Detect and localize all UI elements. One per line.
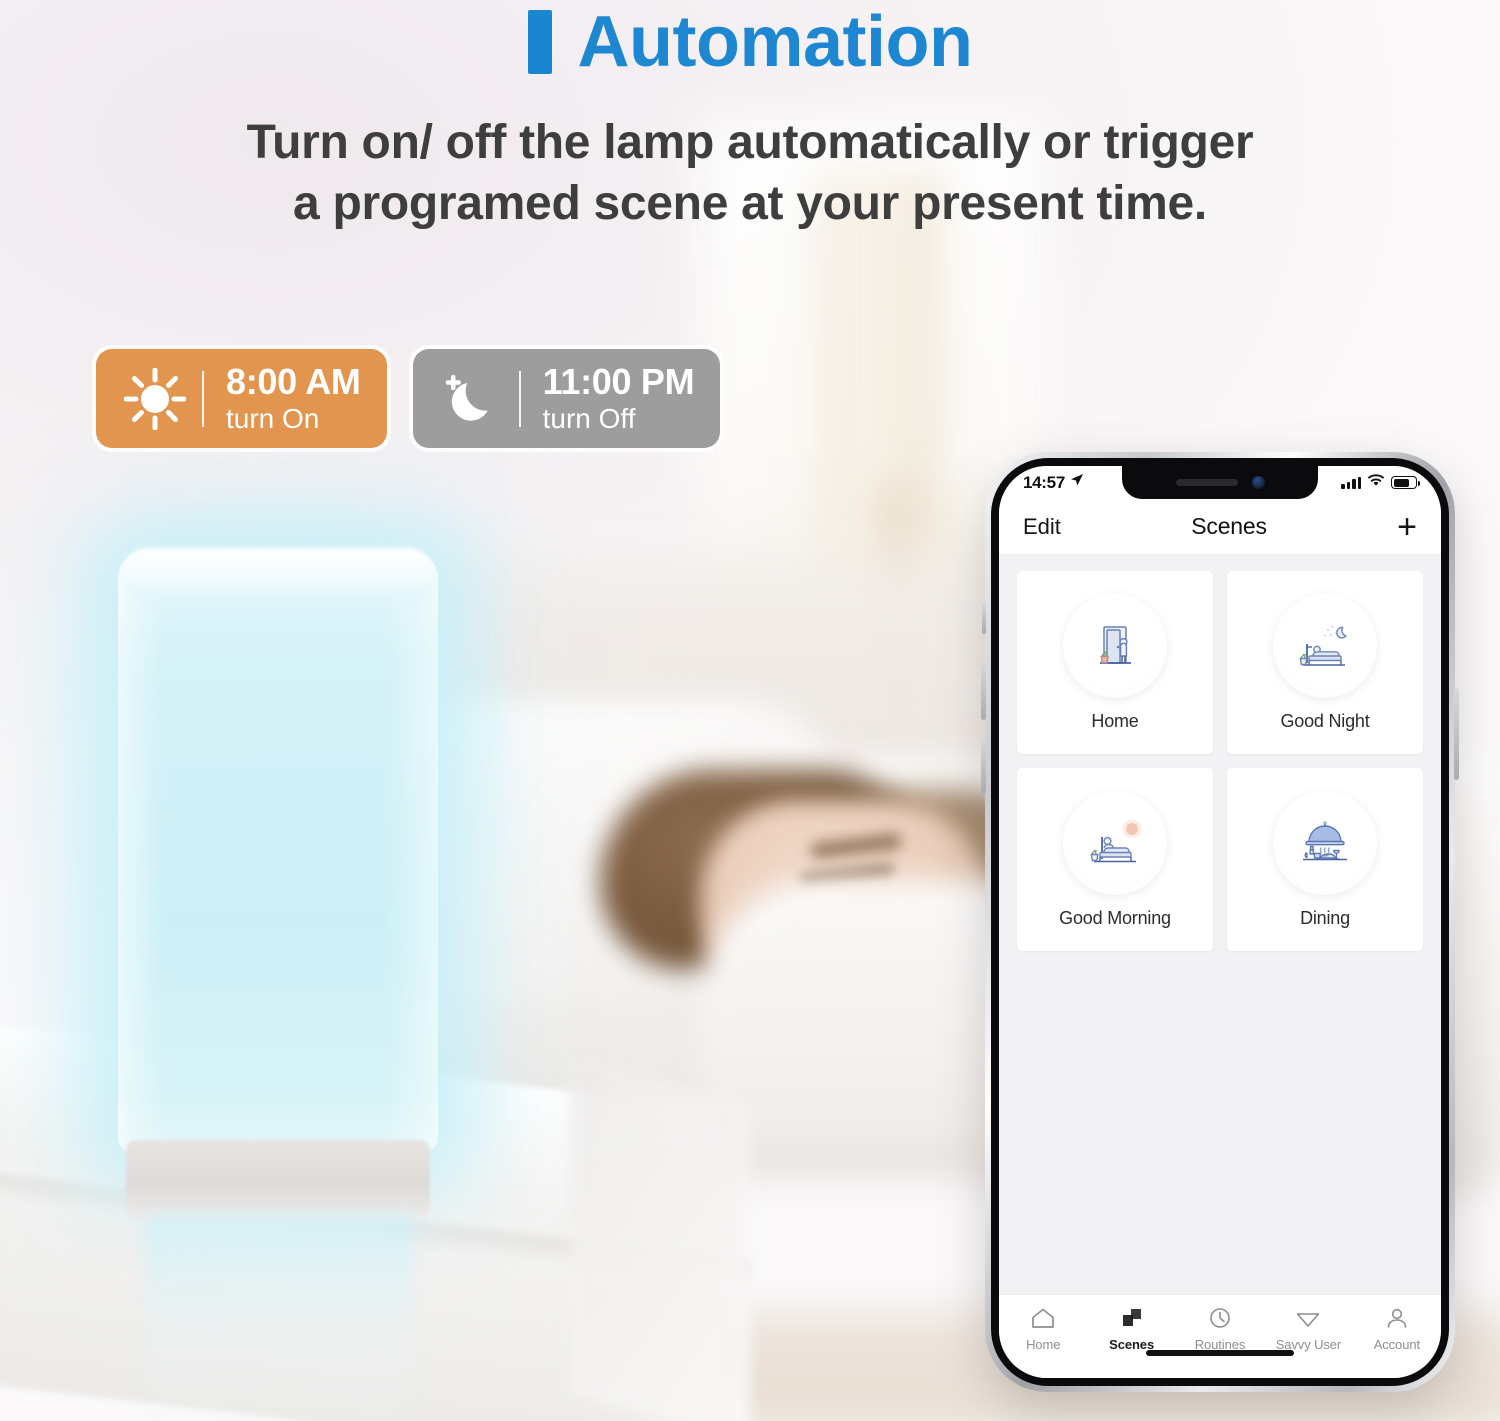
scene-label: Good Morning xyxy=(1059,907,1171,928)
location-arrow-icon xyxy=(1070,473,1084,492)
battery-icon xyxy=(1391,476,1420,489)
scene-card-good-night[interactable]: Good Night xyxy=(1227,571,1423,754)
phone-notch xyxy=(1122,466,1318,499)
scene-label: Dining xyxy=(1300,907,1350,928)
home-indicator[interactable] xyxy=(1146,1350,1294,1356)
status-bar-time: 14:57 xyxy=(1023,472,1065,492)
lamp-top-cap xyxy=(122,548,434,602)
schedule-on-time: 8:00 AM xyxy=(226,361,361,402)
lamp-base xyxy=(126,1140,430,1222)
volume-down-button[interactable] xyxy=(981,736,986,794)
schedule-on-text: 8:00 AM turn On xyxy=(226,361,361,436)
vertical-bar-icon xyxy=(527,10,552,74)
page-title-text: Automation xyxy=(577,2,973,82)
scene-card-home[interactable]: Home xyxy=(1017,571,1213,754)
page-subtitle-line2: a programed scene at your present time. xyxy=(293,177,1207,231)
scene-card-dining[interactable]: Dining xyxy=(1227,768,1423,951)
badge-divider xyxy=(202,370,204,427)
tab-label: Home xyxy=(1026,1337,1061,1352)
phone-screen: 14:57 Edit Scenes + Home Good Night Good… xyxy=(999,466,1441,1378)
badge-divider xyxy=(518,370,521,427)
app-nav-bar: Edit Scenes + xyxy=(999,499,1441,555)
schedule-badge-turn-on: 8:00 AM turn On xyxy=(96,349,387,448)
volume-up-button[interactable] xyxy=(981,662,986,720)
door-entry-icon xyxy=(1063,593,1167,698)
schedule-badge-turn-off: 11:00 PM turn Off xyxy=(412,349,721,448)
tab-routines[interactable]: Routines xyxy=(1176,1304,1264,1352)
sun-icon xyxy=(114,367,196,430)
scene-label: Good Night xyxy=(1280,710,1370,731)
earpiece-speaker-icon xyxy=(1175,479,1238,486)
schedule-on-action: turn On xyxy=(226,403,320,435)
nightstand-side xyxy=(570,1054,750,1421)
tab-label: Account xyxy=(1373,1337,1420,1352)
scene-label: Home xyxy=(1091,710,1139,731)
diamond-icon xyxy=(1294,1304,1322,1332)
scenes-grid: Home Good Night Good Morning Dining xyxy=(1017,571,1423,951)
home-icon xyxy=(1030,1304,1056,1332)
tab-home[interactable]: Home xyxy=(999,1304,1087,1352)
schedule-off-time: 11:00 PM xyxy=(542,361,695,402)
scene-card-good-morning[interactable]: Good Morning xyxy=(1017,768,1213,951)
edit-button[interactable]: Edit xyxy=(1023,514,1061,540)
plus-icon[interactable]: + xyxy=(1397,510,1417,544)
front-camera-icon xyxy=(1251,476,1265,489)
lamp-reflection xyxy=(144,1212,414,1421)
cellular-signal-icon xyxy=(1341,476,1361,489)
schedule-off-text: 11:00 PM turn Off xyxy=(543,361,695,436)
scenes-content: Home Good Night Good Morning Dining xyxy=(999,555,1441,1294)
phone-mockup: 14:57 Edit Scenes + Home Good Night Good… xyxy=(981,452,1459,1392)
page-subtitle-line1: Turn on/ off the lamp automatically or t… xyxy=(246,116,1254,169)
schedule-off-action: turn Off xyxy=(542,403,636,435)
bottom-tab-bar: Home Scenes Routines Savvy User Account xyxy=(999,1294,1441,1378)
person-icon xyxy=(1384,1304,1410,1332)
tab-scenes[interactable]: Scenes xyxy=(1087,1304,1175,1352)
lamp-shade xyxy=(118,552,438,1152)
tab-savvy-user[interactable]: Savvy User xyxy=(1264,1304,1352,1352)
status-bar-right xyxy=(1341,473,1420,492)
status-bar-left: 14:57 xyxy=(1023,473,1084,493)
page-subtitle: Turn on/ off the lamp automatically or t… xyxy=(0,112,1500,235)
food-cloche-icon xyxy=(1273,790,1377,895)
wifi-icon xyxy=(1367,473,1385,492)
moon-stars-icon xyxy=(431,368,513,430)
smart-lamp xyxy=(28,492,528,1421)
schedule-badges: 8:00 AM turn On 11:00 PM turn Off xyxy=(96,349,721,448)
silent-switch[interactable] xyxy=(982,602,986,634)
bed-moon-icon xyxy=(1273,593,1377,698)
page-title: Automation xyxy=(0,6,1500,78)
bed-sun-icon xyxy=(1063,790,1167,895)
power-button[interactable] xyxy=(1454,688,1459,780)
screen-title: Scenes xyxy=(1191,513,1267,539)
tab-account[interactable]: Account xyxy=(1353,1304,1441,1352)
clock-icon xyxy=(1207,1304,1233,1332)
scenes-icon xyxy=(1119,1304,1145,1332)
